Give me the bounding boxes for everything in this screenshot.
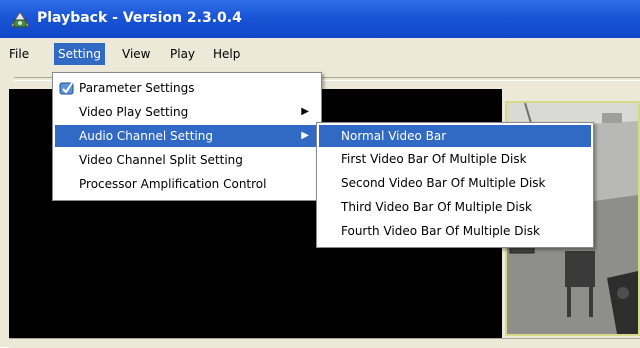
menu-view[interactable]: View <box>118 43 154 65</box>
settings-icon <box>59 82 74 95</box>
menu-item-parameter-settings[interactable]: Parameter Settings <box>55 77 319 99</box>
menu-item-audio-channel-setting[interactable]: Audio Channel Setting ▶ <box>55 125 319 147</box>
setting-dropdown-menu: Parameter Settings Video Play Setting ▶ … <box>52 72 322 201</box>
menu-item-fourth-video-bar[interactable]: Fourth Video Bar Of Multiple Disk <box>319 220 591 242</box>
submenu-arrow-icon: ▶ <box>301 106 309 117</box>
submenu-arrow-icon: ▶ <box>301 130 309 141</box>
menu-item-normal-video-bar[interactable]: Normal Video Bar <box>319 125 591 147</box>
toolbar-groove <box>320 77 640 81</box>
menu-play[interactable]: Play <box>166 43 199 65</box>
app-icon <box>10 11 30 28</box>
menu-help[interactable]: Help <box>209 43 244 65</box>
title-bar[interactable]: Playback - Version 2.3.0.4 <box>0 0 640 38</box>
menu-item-processor-amplification-control[interactable]: Processor Amplification Control <box>55 173 319 195</box>
audio-channel-submenu: Normal Video Bar First Video Bar Of Mult… <box>316 122 594 248</box>
toolbar-groove <box>14 77 54 81</box>
menu-file[interactable]: File <box>5 43 33 65</box>
menu-item-video-channel-split-setting[interactable]: Video Channel Split Setting <box>55 149 319 171</box>
menu-item-first-video-bar[interactable]: First Video Bar Of Multiple Disk <box>319 148 591 170</box>
menu-item-second-video-bar[interactable]: Second Video Bar Of Multiple Disk <box>319 172 591 194</box>
window-title: Playback - Version 2.3.0.4 <box>37 10 242 26</box>
menu-item-third-video-bar[interactable]: Third Video Bar Of Multiple Disk <box>319 196 591 218</box>
menu-bar: File Setting View Play Help <box>0 38 640 71</box>
menu-item-video-play-setting[interactable]: Video Play Setting ▶ <box>55 101 319 123</box>
menu-setting[interactable]: Setting <box>54 43 105 65</box>
